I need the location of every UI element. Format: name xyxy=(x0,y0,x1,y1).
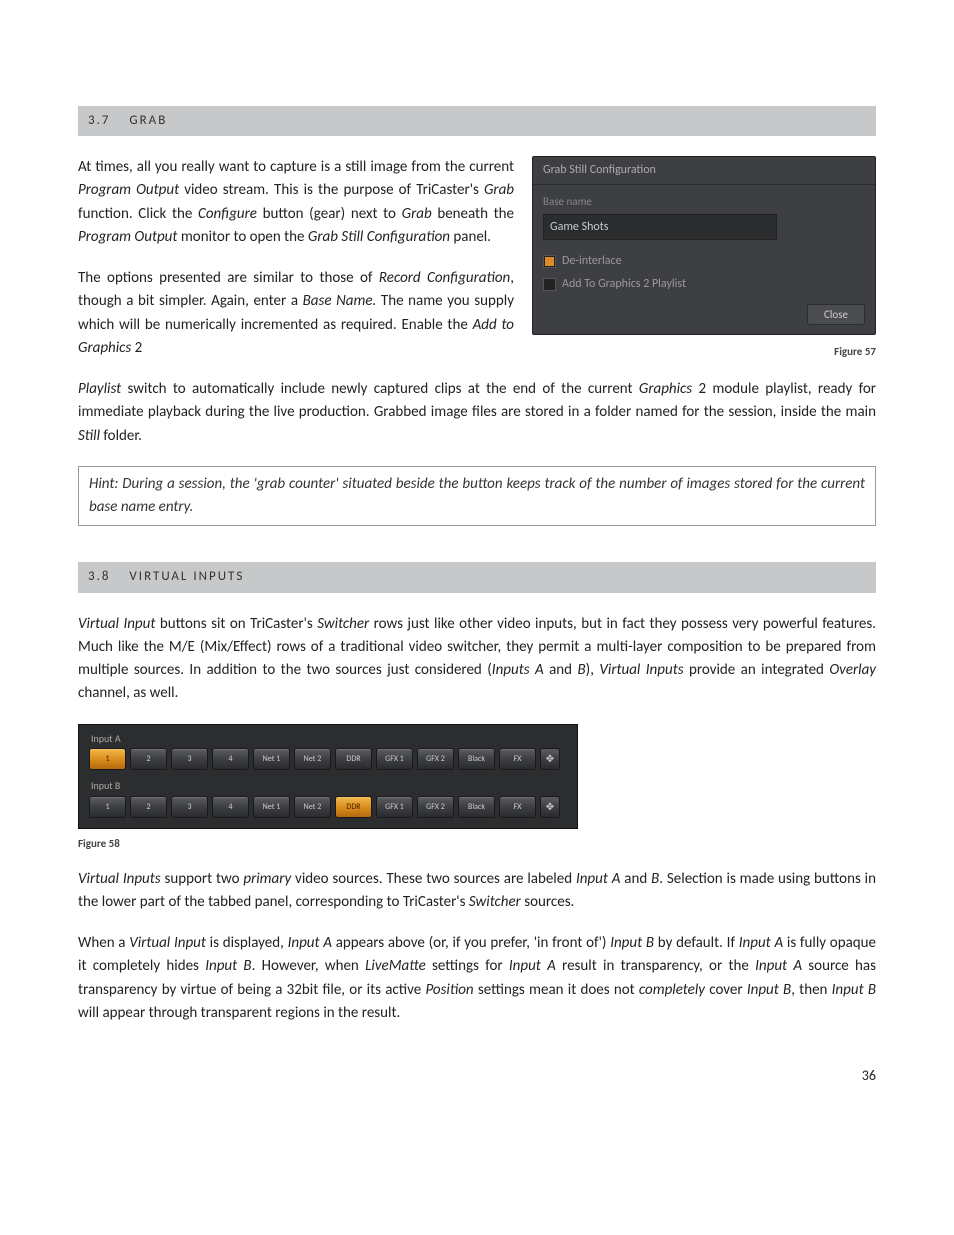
switcher-button[interactable]: 3 xyxy=(171,796,208,818)
switcher-button[interactable]: Net 2 xyxy=(294,748,331,770)
section-heading-virtual-inputs: 3.8 VIRTUAL INPUTS xyxy=(78,562,876,592)
close-button[interactable]: Close xyxy=(807,304,865,325)
base-name-label: Base name xyxy=(533,185,875,212)
switcher-button[interactable]: GFX 1 xyxy=(376,748,413,770)
add-playlist-row[interactable]: Add To Graphics 2 Playlist xyxy=(533,273,875,296)
figure-57: Grab Still Configuration Base name Game … xyxy=(532,156,876,360)
grab-still-config-panel: Grab Still Configuration Base name Game … xyxy=(532,156,876,335)
virtual-paragraph-2: Virtual Inputs support two primary video… xyxy=(78,868,876,915)
virtual-paragraph-3: When a Virtual Input is displayed, Input… xyxy=(78,932,876,1025)
section-heading-grab: 3.7 GRAB xyxy=(78,106,876,136)
switcher-panel: Input A 1234Net 1Net 2DDRGFX 1GFX 2Black… xyxy=(78,724,578,829)
switcher-button[interactable]: Black xyxy=(458,796,495,818)
switcher-button[interactable]: Net 2 xyxy=(294,796,331,818)
input-b-row: 1234Net 1Net 2DDRGFX 1GFX 2BlackFX✥ xyxy=(79,796,577,822)
deinterlace-row[interactable]: De-interlace xyxy=(533,250,875,273)
switcher-button[interactable]: Black xyxy=(458,748,495,770)
switcher-button[interactable]: 3 xyxy=(171,748,208,770)
switcher-button[interactable]: 2 xyxy=(130,796,167,818)
switcher-button[interactable]: DDR xyxy=(335,748,372,770)
switcher-button[interactable]: FX xyxy=(499,796,536,818)
input-a-label: Input A xyxy=(79,727,577,749)
switcher-button[interactable]: 4 xyxy=(212,796,249,818)
switcher-button[interactable]: FX xyxy=(499,748,536,770)
deinterlace-label: De-interlace xyxy=(562,252,622,271)
section-title: GRAB xyxy=(129,113,167,128)
virtual-paragraph-1: Virtual Input buttons sit on TriCaster's… xyxy=(78,613,876,706)
switcher-button[interactable]: GFX 2 xyxy=(417,796,454,818)
base-name-input[interactable]: Game Shots xyxy=(543,214,777,241)
section-number: 3.8 xyxy=(88,569,110,584)
switcher-button[interactable]: 1 xyxy=(89,796,126,818)
switcher-button[interactable]: 1 xyxy=(89,748,126,770)
figure-57-caption: Figure 57 xyxy=(532,343,876,360)
switcher-button[interactable]: Net 1 xyxy=(253,796,290,818)
switcher-button[interactable]: DDR xyxy=(335,796,372,818)
position-icon[interactable]: ✥ xyxy=(540,796,560,818)
hint-box: Hint: During a session, the 'grab counte… xyxy=(78,466,876,527)
deinterlace-checkbox[interactable] xyxy=(543,255,556,268)
section-number: 3.7 xyxy=(88,113,110,128)
add-playlist-checkbox[interactable] xyxy=(543,278,556,291)
switcher-button[interactable]: GFX 2 xyxy=(417,748,454,770)
grab-paragraph-3: Playlist switch to automatically include… xyxy=(78,378,876,448)
add-playlist-label: Add To Graphics 2 Playlist xyxy=(562,275,686,294)
position-icon[interactable]: ✥ xyxy=(540,748,560,770)
page-number: 36 xyxy=(78,1065,876,1087)
input-a-row: 1234Net 1Net 2DDRGFX 1GFX 2BlackFX✥ xyxy=(79,748,577,774)
switcher-button[interactable]: GFX 1 xyxy=(376,796,413,818)
switcher-button[interactable]: Net 1 xyxy=(253,748,290,770)
switcher-button[interactable]: 4 xyxy=(212,748,249,770)
input-b-label: Input B xyxy=(79,774,577,796)
panel-title: Grab Still Configuration xyxy=(533,157,875,185)
section-title: VIRTUAL INPUTS xyxy=(129,569,244,584)
figure-58-caption: Figure 58 xyxy=(78,835,876,852)
switcher-button[interactable]: 2 xyxy=(130,748,167,770)
